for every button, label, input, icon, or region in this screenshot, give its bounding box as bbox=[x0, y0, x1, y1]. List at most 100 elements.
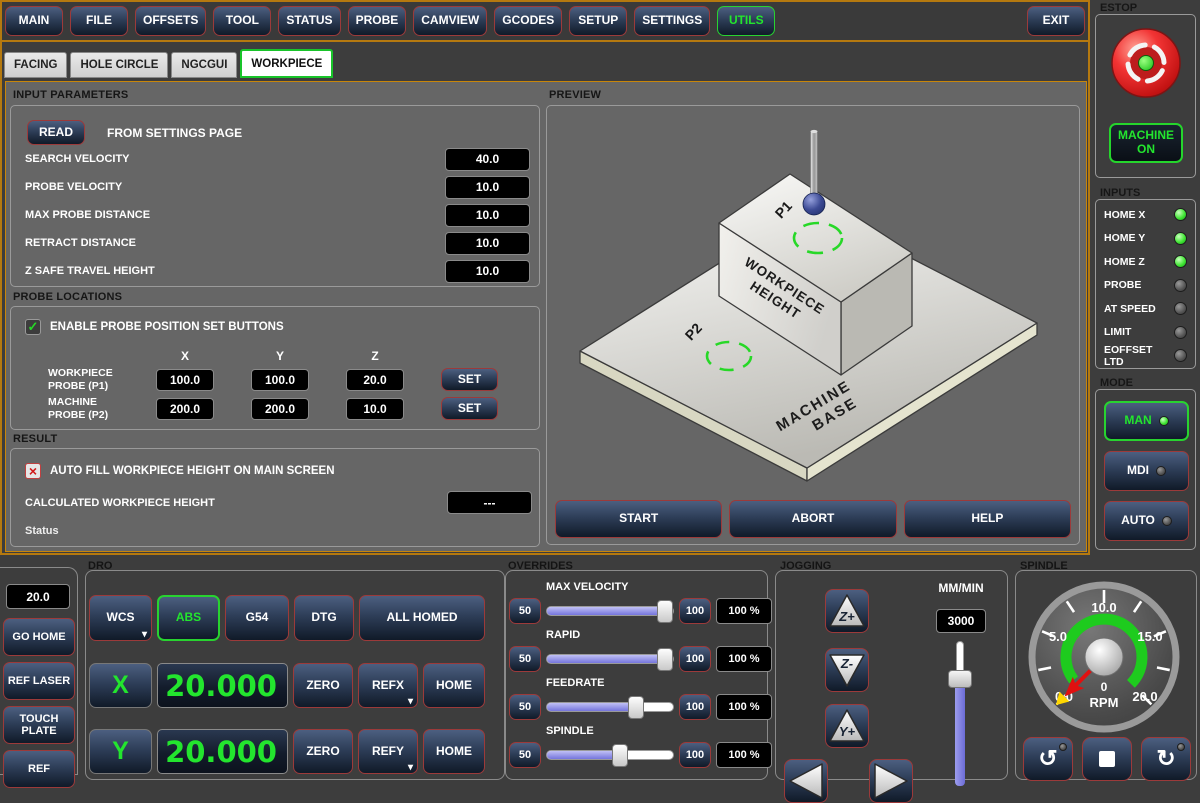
refy-button[interactable]: REFY▾ bbox=[358, 729, 418, 774]
jog-rate-field[interactable]: 3000 bbox=[936, 609, 986, 633]
spindle-min-button[interactable]: 50 bbox=[509, 742, 541, 768]
enable-probe-set-checkbox[interactable]: ✓ bbox=[25, 319, 41, 335]
autofill-height-checkbox[interactable]: × bbox=[25, 463, 41, 479]
chevron-down-icon: ▾ bbox=[142, 630, 147, 640]
probe-velocity-field[interactable]: 10.0 bbox=[445, 176, 530, 199]
go-home-button[interactable]: GO HOME bbox=[3, 618, 75, 656]
estop-button[interactable] bbox=[1110, 27, 1182, 99]
tab-hole-circle[interactable]: HOLE CIRCLE bbox=[70, 52, 168, 78]
abort-button[interactable]: ABORT bbox=[729, 500, 896, 538]
help-button[interactable]: HELP bbox=[904, 500, 1071, 538]
autofill-height-label: AUTO FILL WORKPIECE HEIGHT ON MAIN SCREE… bbox=[50, 465, 335, 477]
mode-auto-button[interactable]: AUTO bbox=[1104, 501, 1189, 541]
gauge-value: 0 bbox=[1101, 680, 1108, 694]
jog-y-plus-button[interactable]: Y+ bbox=[825, 704, 869, 748]
p1-z-field[interactable]: 20.0 bbox=[346, 369, 404, 391]
auto-led bbox=[1162, 516, 1172, 526]
z-safe-travel-field[interactable]: 10.0 bbox=[445, 260, 530, 283]
p1-y-field[interactable]: 100.0 bbox=[251, 369, 309, 391]
menu-settings-button[interactable]: SETTINGS bbox=[634, 6, 710, 36]
max-probe-distance-field[interactable]: 10.0 bbox=[445, 204, 530, 227]
menu-tool-button[interactable]: TOOL bbox=[213, 6, 271, 36]
home-y-button[interactable]: HOME bbox=[423, 729, 485, 774]
retract-distance-field[interactable]: 10.0 bbox=[445, 232, 530, 255]
parameters-pane: INPUT PARAMETERS READ FROM SETTINGS PAGE… bbox=[10, 86, 542, 547]
main-window: MAIN FILE OFFSETS TOOL STATUS PROBE CAMV… bbox=[0, 0, 1090, 555]
home-x-button[interactable]: HOME bbox=[423, 663, 485, 708]
wcs-button[interactable]: WCS▾ bbox=[89, 595, 152, 641]
spindle-ccw-button[interactable]: ↺ bbox=[1023, 737, 1073, 781]
p1-x-field[interactable]: 100.0 bbox=[156, 369, 214, 391]
machine-on-button[interactable]: MACHINE ON bbox=[1109, 123, 1183, 163]
max-velocity-slider[interactable] bbox=[546, 606, 674, 616]
rapid-min-button[interactable]: 50 bbox=[509, 646, 541, 672]
rapid-slider[interactable] bbox=[546, 654, 674, 664]
menu-utils-button[interactable]: UTILS bbox=[717, 6, 775, 36]
dtg-button[interactable]: DTG bbox=[294, 595, 354, 641]
spindle-slider[interactable] bbox=[546, 750, 674, 760]
man-led bbox=[1159, 416, 1169, 426]
spindle-cw-button[interactable]: ↻ bbox=[1141, 737, 1191, 781]
max-velocity-min-button[interactable]: 50 bbox=[509, 598, 541, 624]
abs-button[interactable]: ABS bbox=[157, 595, 220, 641]
search-velocity-field[interactable]: 40.0 bbox=[445, 148, 530, 171]
menu-file-button[interactable]: FILE bbox=[70, 6, 128, 36]
input-home-x: HOME X bbox=[1104, 203, 1187, 227]
jog-z-plus-button[interactable]: Z+ bbox=[825, 589, 869, 633]
svg-text:Z-: Z- bbox=[840, 656, 853, 671]
g54-button[interactable]: G54 bbox=[225, 595, 289, 641]
jog-z-minus-button[interactable]: Z- bbox=[825, 648, 869, 692]
x-icon: × bbox=[29, 463, 37, 479]
spindle-slider-handle[interactable] bbox=[612, 744, 628, 767]
rapid-max-button[interactable]: 100 bbox=[679, 646, 711, 672]
menu-gcodes-button[interactable]: GCODES bbox=[494, 6, 562, 36]
read-button[interactable]: READ bbox=[27, 120, 85, 145]
zero-y-button[interactable]: ZERO bbox=[293, 729, 353, 774]
home-x-led bbox=[1174, 208, 1187, 221]
p2-x-field[interactable]: 200.0 bbox=[156, 398, 214, 420]
menu-offsets-button[interactable]: OFFSETS bbox=[135, 6, 206, 36]
p2-y-field[interactable]: 200.0 bbox=[251, 398, 309, 420]
menu-probe-button[interactable]: PROBE bbox=[348, 6, 407, 36]
rapid-slider-handle[interactable] bbox=[657, 648, 673, 671]
triangle-up-icon: Z+ bbox=[827, 591, 867, 631]
max-velocity-max-button[interactable]: 100 bbox=[679, 598, 711, 624]
mode-man-button[interactable]: MAN bbox=[1104, 401, 1189, 441]
p1-set-button[interactable]: SET bbox=[441, 368, 498, 391]
zero-x-button[interactable]: ZERO bbox=[293, 663, 353, 708]
spindle-stop-button[interactable] bbox=[1082, 737, 1132, 781]
feedrate-slider-handle[interactable] bbox=[628, 696, 644, 719]
axis-y-button[interactable]: Y bbox=[89, 729, 152, 774]
menu-status-button[interactable]: STATUS bbox=[278, 6, 340, 36]
max-velocity-slider-handle[interactable] bbox=[657, 600, 673, 623]
jog-rate-slider[interactable] bbox=[955, 674, 965, 786]
all-homed-button[interactable]: ALL HOMED bbox=[359, 595, 485, 641]
p2-set-button[interactable]: SET bbox=[441, 397, 498, 420]
menu-main-button[interactable]: MAIN bbox=[5, 6, 63, 36]
ref-button[interactable]: REF bbox=[3, 750, 75, 788]
mode-mdi-button[interactable]: MDI bbox=[1104, 451, 1189, 491]
jog-x-minus-button[interactable] bbox=[784, 759, 828, 803]
tab-workpiece[interactable]: WORKPIECE bbox=[240, 49, 333, 78]
touch-plate-button[interactable]: TOUCH PLATE bbox=[3, 706, 75, 744]
tab-ngcgui[interactable]: NGCGUI bbox=[171, 52, 237, 78]
feedrate-max-button[interactable]: 100 bbox=[679, 694, 711, 720]
jog-rate-slider-handle[interactable] bbox=[948, 670, 972, 688]
feedrate-min-button[interactable]: 50 bbox=[509, 694, 541, 720]
laser-offset-field[interactable]: 20.0 bbox=[6, 584, 70, 609]
jog-x-plus-button[interactable] bbox=[869, 759, 913, 803]
feedrate-slider[interactable] bbox=[546, 702, 674, 712]
spindle-max-button[interactable]: 100 bbox=[679, 742, 711, 768]
svg-text:5.0: 5.0 bbox=[1049, 629, 1067, 644]
estop-group: MACHINE ON bbox=[1095, 14, 1196, 178]
menu-camview-button[interactable]: CAMVIEW bbox=[413, 6, 487, 36]
exit-button[interactable]: EXIT bbox=[1027, 6, 1085, 36]
probe-velocity-label: PROBE VELOCITY bbox=[25, 181, 122, 193]
refx-button[interactable]: REFX▾ bbox=[358, 663, 418, 708]
tab-facing[interactable]: FACING bbox=[4, 52, 67, 78]
ref-laser-button[interactable]: REF LASER bbox=[3, 662, 75, 700]
menu-setup-button[interactable]: SETUP bbox=[569, 6, 627, 36]
p2-z-field[interactable]: 10.0 bbox=[346, 398, 404, 420]
start-button[interactable]: START bbox=[555, 500, 722, 538]
axis-x-button[interactable]: X bbox=[89, 663, 152, 708]
